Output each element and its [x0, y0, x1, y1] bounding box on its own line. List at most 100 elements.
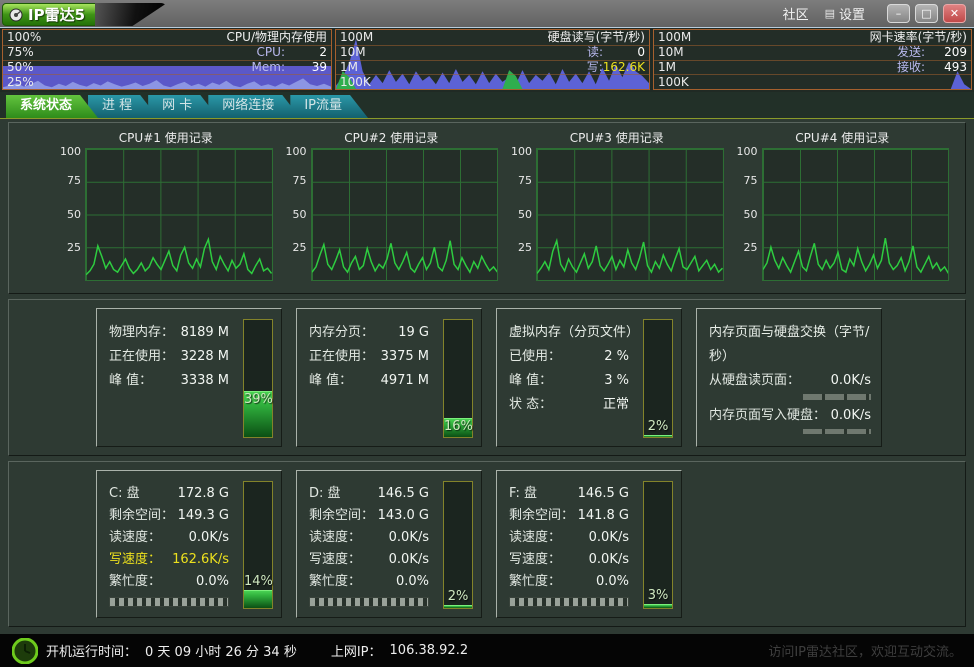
cpu2-chart-group: CPU#2 使用记录 100755025	[285, 129, 499, 281]
row-value: 0.0K/s	[189, 527, 229, 549]
panel-title: 内存页面与硬盘交换（字节/秒）	[709, 321, 871, 369]
row-value: 4971 M	[381, 369, 429, 393]
scale-label: 25%	[7, 76, 34, 89]
cpu-label: CPU:	[257, 45, 285, 59]
row-value: 0.0K/s	[589, 549, 629, 571]
cpu1-chart	[85, 148, 273, 281]
row-label: 峰 值：	[309, 369, 352, 393]
row-value: 0.0K/s	[389, 527, 429, 549]
title-bar: IP雷达5 社区 ▤设置 – □ ✕	[0, 0, 974, 28]
chart-title: CPU#4 使用记录	[736, 129, 950, 148]
y-axis-labels: 100755025	[59, 148, 85, 281]
disk-c-panel: C: 盘172.8 G 剩余空间：149.3 G 读速度：0.0K/s 写速度：…	[96, 470, 282, 618]
disk-name: C: 盘	[109, 483, 140, 505]
disk-c-gauge: 14%	[243, 481, 273, 609]
ip-value: 106.38.92.2	[390, 643, 469, 658]
y-axis-labels: 100755025	[510, 148, 536, 281]
row-label: 状 态：	[509, 393, 552, 417]
row-label: 繁忙度：	[309, 571, 361, 593]
row-label: 从硬盘读页面：	[709, 369, 800, 393]
community-link[interactable]: 社区	[783, 4, 809, 23]
row-value: 143.0 G	[378, 505, 429, 527]
cpu3-chart-group: CPU#3 使用记录 100755025	[510, 129, 724, 281]
uptime-label: 开机运行时间：	[46, 641, 137, 660]
row-label: 写速度：	[509, 549, 561, 571]
minimize-button[interactable]: –	[887, 4, 910, 23]
cpu1-chart-group: CPU#1 使用记录 100755025	[59, 129, 273, 281]
disk-size: 146.5 G	[578, 483, 629, 505]
row-label: 写速度：	[109, 549, 161, 571]
mem-value: 39	[285, 61, 327, 74]
tab-nic[interactable]: 网 卡	[148, 95, 218, 118]
virtual-memory-gauge: 2%	[643, 319, 673, 438]
community-hint-text: 访问IP雷达社区，欢迎互动交流。	[768, 641, 962, 660]
scale-label: 100M	[340, 31, 373, 44]
recv-value: 493	[925, 61, 967, 74]
status-bar: 开机运行时间： 0 天 09 小时 26 分 34 秒 上网IP： 106.38…	[0, 634, 974, 667]
row-value: 3228 M	[181, 345, 229, 369]
row-value: 162.6K/s	[172, 549, 229, 571]
disk-section: C: 盘172.8 G 剩余空间：149.3 G 读速度：0.0K/s 写速度：…	[8, 461, 966, 627]
row-label: 峰 值：	[509, 369, 552, 393]
monitor-title: CPU/物理内存使用	[227, 31, 327, 44]
tab-network-connections[interactable]: 网络连接	[208, 95, 300, 118]
physical-memory-panel: 物理内存：8189 M 正在使用：3228 M 峰 值：3338 M 39%	[96, 308, 282, 447]
tab-bar: 系统状态 进 程 网 卡 网络连接 IP流量	[0, 92, 974, 119]
top-monitors: 100%CPU/物理内存使用 75%CPU:2 50%Mem:39 25% 10…	[0, 28, 974, 92]
tab-system-status[interactable]: 系统状态	[6, 95, 98, 118]
paging-memory-panel: 内存分页：19 G 正在使用：3375 M 峰 值：4971 M 16%	[296, 308, 482, 447]
row-label: 写速度：	[309, 549, 361, 571]
busy-meter	[309, 597, 429, 607]
chart-title: CPU#1 使用记录	[59, 129, 273, 148]
disk-f-gauge: 3%	[643, 481, 673, 609]
row-value: 0.0K/s	[589, 527, 629, 549]
nic-monitor: 100M网卡速率(字节/秒) 10M发送:209 1M接收:493 100K	[653, 29, 972, 90]
scale-label: 75%	[7, 46, 34, 59]
uptime-value: 0 天 09 小时 26 分 34 秒	[145, 641, 297, 660]
memory-section: 物理内存：8189 M 正在使用：3228 M 峰 值：3338 M 39% 内…	[8, 299, 966, 456]
cpu4-chart	[762, 148, 950, 281]
cpu2-chart	[311, 148, 499, 281]
monitor-title: 网卡速率(字节/秒)	[870, 31, 967, 44]
row-value: 0.0K/s	[831, 369, 871, 393]
row-label: 读速度：	[509, 527, 561, 549]
row-value: 19 G	[398, 321, 429, 345]
write-label: 写:	[587, 60, 603, 74]
row-label: 读速度：	[309, 527, 361, 549]
disk-d-gauge: 2%	[443, 481, 473, 609]
uptime-clock-icon	[12, 638, 38, 664]
logo-swoosh	[95, 3, 167, 26]
row-value: 0.0K/s	[831, 404, 871, 428]
disk-io-monitor: 100M硬盘读写(字节/秒) 10M读:0 1M写:162.6K 100K	[335, 29, 650, 90]
row-value: 3 %	[604, 369, 629, 393]
disk-size: 172.8 G	[178, 483, 229, 505]
row-label: 读速度：	[109, 527, 161, 549]
row-label: 内存分页：	[309, 321, 374, 345]
row-label: 峰 值：	[109, 369, 152, 393]
settings-icon: ▤	[825, 7, 835, 20]
maximize-button[interactable]: □	[915, 4, 938, 23]
scale-label: 100M	[658, 31, 691, 44]
cpu-value: 2	[285, 46, 327, 59]
row-label: 剩余空间：	[509, 505, 574, 527]
app-logo: IP雷达5	[2, 3, 167, 27]
read-label: 读:	[587, 45, 603, 59]
read-value: 0	[603, 46, 645, 59]
settings-link[interactable]: ▤设置	[825, 4, 865, 23]
close-button[interactable]: ✕	[943, 4, 966, 23]
row-label: 正在使用：	[309, 345, 374, 369]
disk-d-panel: D: 盘146.5 G 剩余空间：143.0 G 读速度：0.0K/s 写速度：…	[296, 470, 482, 618]
row-label: 正在使用：	[109, 345, 174, 369]
paging-gauge: 16%	[443, 319, 473, 438]
row-label: 物理内存：	[109, 321, 174, 345]
tab-ip-traffic[interactable]: IP流量	[290, 95, 368, 118]
send-value: 209	[925, 46, 967, 59]
cpu-mem-monitor: 100%CPU/物理内存使用 75%CPU:2 50%Mem:39 25%	[2, 29, 332, 90]
scale-label: 100K	[340, 76, 371, 89]
row-value: 3338 M	[181, 369, 229, 393]
row-label: 剩余空间：	[309, 505, 374, 527]
disk-name: F: 盘	[509, 483, 537, 505]
app-window: IP雷达5 社区 ▤设置 – □ ✕ 100%CPU/物理内存使用 75%CPU…	[0, 0, 974, 667]
row-value: 0.0%	[396, 571, 429, 593]
tab-processes[interactable]: 进 程	[88, 95, 158, 118]
